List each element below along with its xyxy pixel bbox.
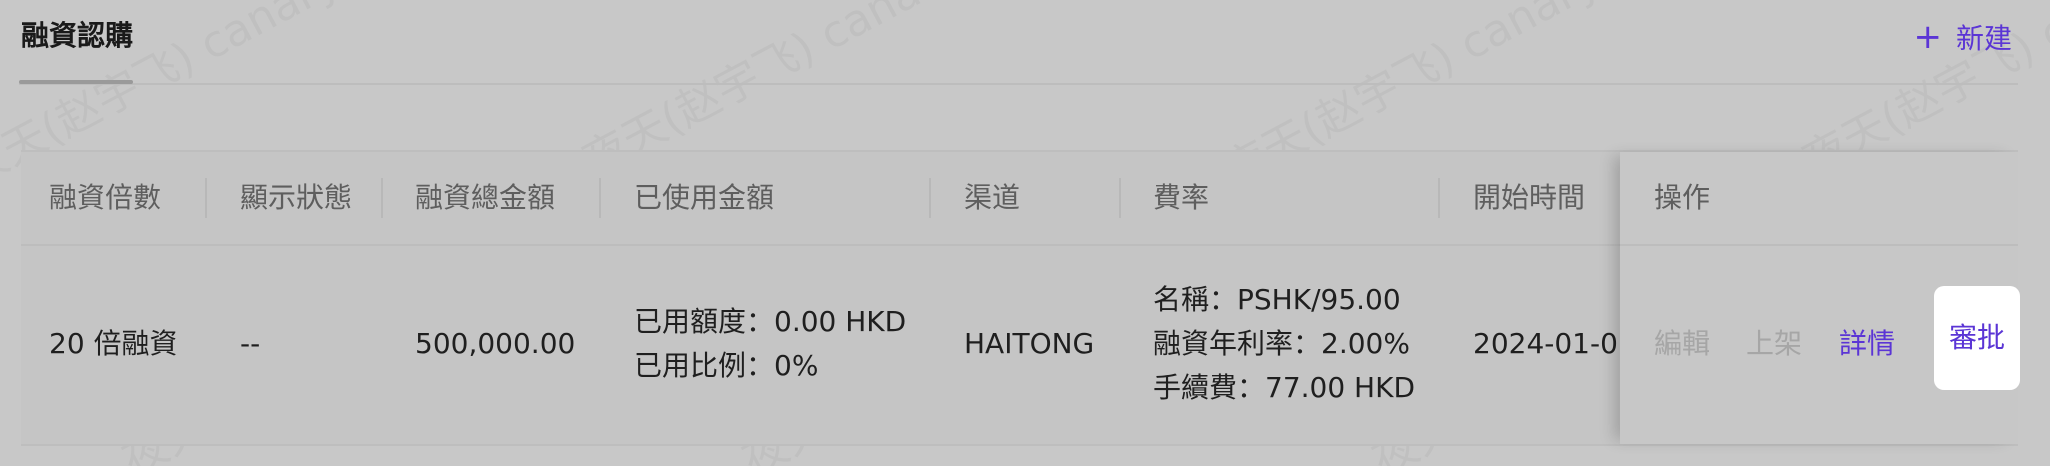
column-separator: [929, 178, 931, 218]
column-separator: [205, 178, 207, 218]
column-separator: [381, 178, 383, 218]
details-button[interactable]: 詳情: [1839, 246, 1895, 442]
column-header-display-status: 顯示狀態: [240, 181, 353, 214]
column-header-channel: 渠道: [964, 181, 1021, 214]
cell-display-status: --: [240, 327, 261, 360]
used-ratio-text: 已用比例：0%: [634, 349, 819, 382]
column-header-leverage: 融資倍數: [49, 181, 162, 214]
cell-channel: HAITONG: [964, 327, 1095, 360]
column-separator: [1119, 178, 1121, 218]
cell-rate: 名稱：PSHK/95.00 融資年利率：2.00% 手續費：77.00 HKD: [1153, 246, 1415, 442]
tab-divider: [19, 83, 2018, 85]
fee-text: 手續費：77.00 HKD: [1153, 371, 1416, 404]
edit-button[interactable]: 編輯: [1654, 246, 1710, 442]
rate-name-text: 名稱：PSHK/95.00: [1153, 283, 1401, 316]
approve-button[interactable]: 審批: [1934, 286, 2020, 390]
annual-rate-text: 融資年利率：2.00%: [1153, 327, 1410, 360]
new-button-label: 新建: [1955, 22, 2012, 55]
new-button[interactable]: + 新建: [1913, 18, 2012, 56]
tab-financing-subscription[interactable]: 融資認購: [21, 18, 133, 54]
cell-total-amount: 500,000.00: [415, 327, 576, 360]
plus-icon: +: [1913, 17, 1942, 57]
publish-button[interactable]: 上架: [1746, 246, 1802, 442]
cell-leverage: 20 倍融資: [49, 327, 178, 360]
column-header-actions: 操作: [1654, 181, 1711, 214]
column-header-total-amount: 融資總金額: [415, 181, 556, 214]
action-column: 操作 編輯 上架 詳情 審批: [1620, 152, 2020, 444]
column-header-used-amount: 已使用金額: [634, 181, 775, 214]
approve-button-label: 審批: [1948, 321, 2005, 354]
column-header-start-time: 開始時間: [1473, 181, 1586, 214]
cell-used-amount: 已用額度：0.00 HKD 已用比例：0%: [634, 246, 906, 442]
column-separator: [599, 178, 601, 218]
used-quota-text: 已用額度：0.00 HKD: [634, 305, 907, 338]
cell-start-time: 2024-01-0: [1473, 327, 1618, 360]
column-separator: [1438, 178, 1440, 218]
column-header-rate: 費率: [1153, 181, 1210, 214]
active-tab-indicator: [19, 80, 133, 84]
financing-table: 融資倍數 顯示狀態 融資總金額 已使用金額 渠道 費率 開始時間 20 倍融資 …: [21, 150, 2020, 446]
